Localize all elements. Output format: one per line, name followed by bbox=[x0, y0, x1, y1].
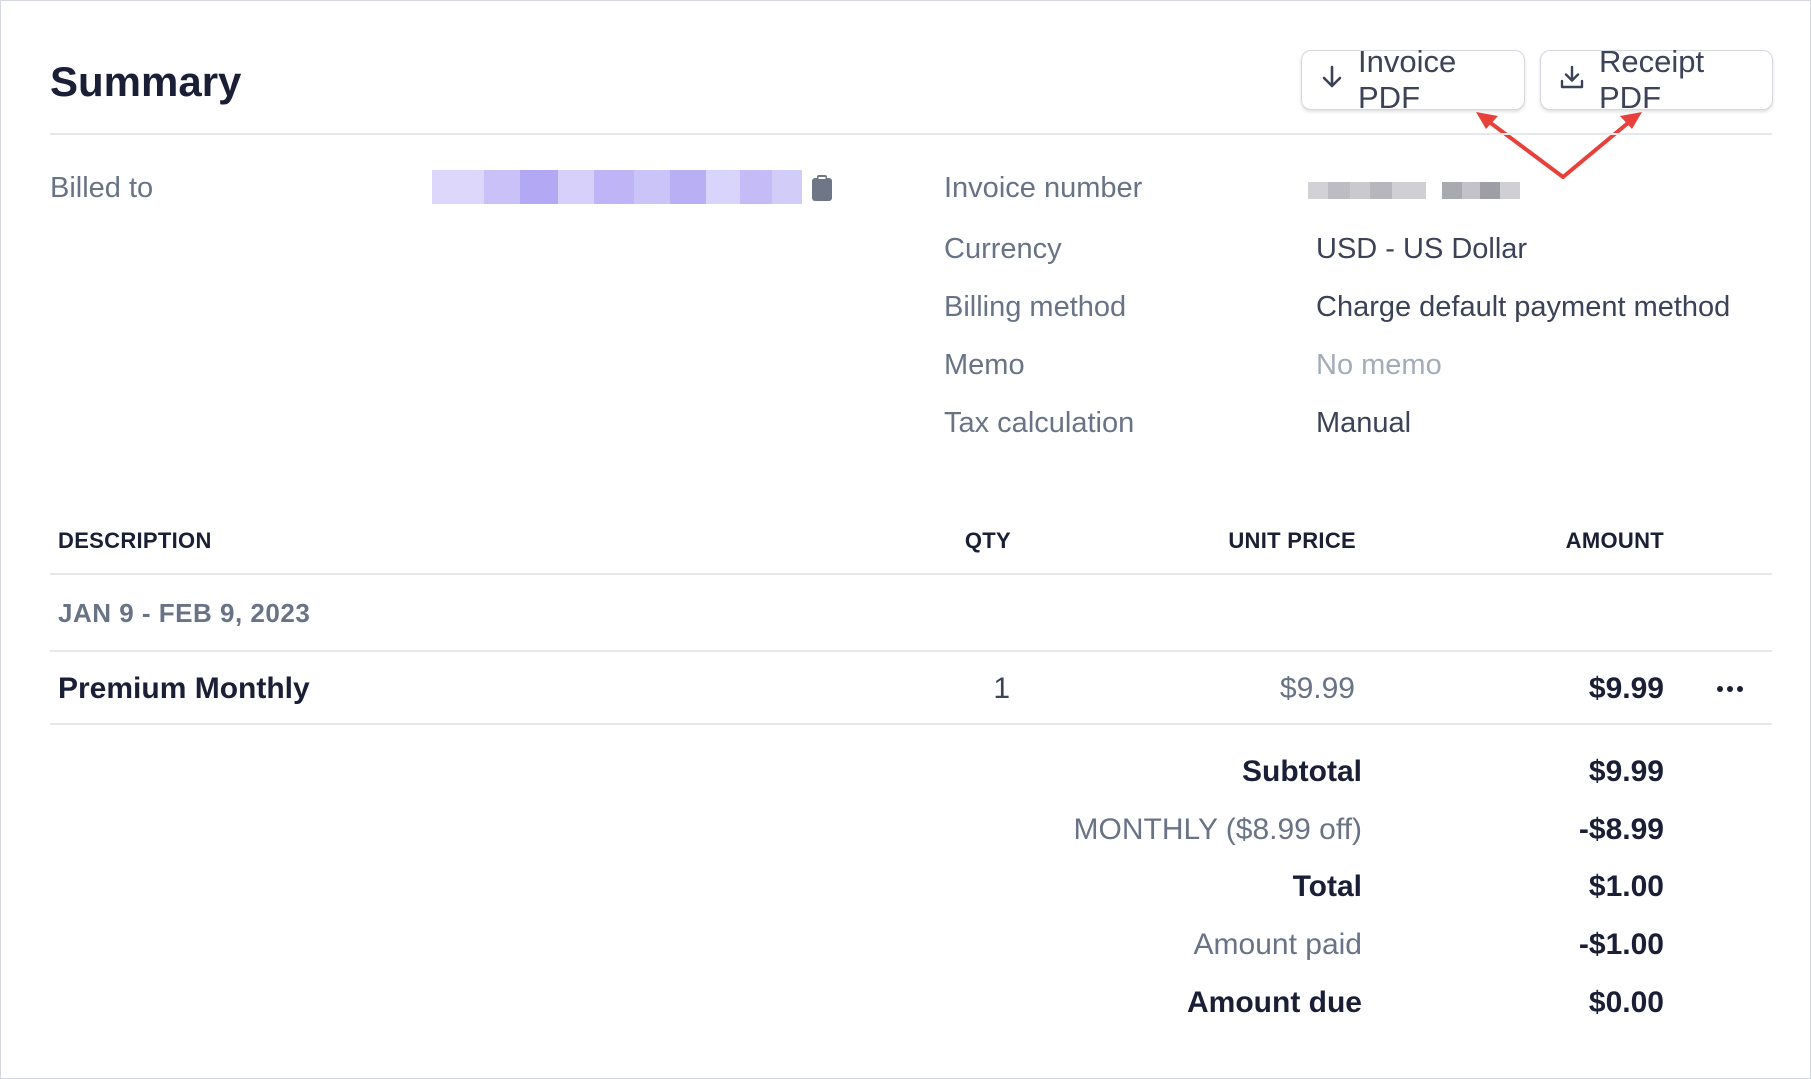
subtotal-label: Subtotal bbox=[1242, 755, 1362, 788]
invoice-pdf-button[interactable]: Invoice PDF bbox=[1301, 44, 1525, 115]
page-title: Summary bbox=[50, 58, 242, 105]
column-header-qty: QTY bbox=[964, 528, 1011, 553]
download-icon bbox=[1559, 62, 1599, 98]
column-header-amount: AMOUNT bbox=[1565, 528, 1664, 553]
more-horizontal-icon[interactable] bbox=[1716, 679, 1744, 704]
memo-value: No memo bbox=[1316, 349, 1442, 381]
receipt-pdf-button[interactable]: Receipt PDF bbox=[1540, 44, 1773, 115]
discount-label: MONTHLY ($8.99 off) bbox=[1073, 813, 1362, 846]
line-item-qty: 1 bbox=[993, 672, 1010, 705]
billing-method-label: Billing method bbox=[944, 291, 1127, 323]
column-header-unit-price: UNIT PRICE bbox=[1228, 528, 1356, 553]
discount-value: -$8.99 bbox=[1578, 813, 1664, 846]
amount-paid-value: -$1.00 bbox=[1578, 928, 1664, 961]
header-divider bbox=[50, 133, 1772, 135]
column-header-description: DESCRIPTION bbox=[58, 528, 212, 553]
total-value: $1.00 bbox=[1588, 870, 1664, 903]
tax-calculation-value: Manual bbox=[1316, 407, 1412, 439]
subtotal-value: $9.99 bbox=[1588, 755, 1664, 788]
currency-value: USD - US Dollar bbox=[1316, 233, 1528, 265]
invoice-number-redacted-value bbox=[1308, 182, 1520, 199]
amount-due-value: $0.00 bbox=[1588, 986, 1664, 1019]
period-divider bbox=[50, 650, 1772, 652]
line-item-description: Premium Monthly bbox=[58, 672, 310, 705]
line-item-amount: $9.99 bbox=[1588, 672, 1664, 705]
invoice-number-label: Invoice number bbox=[944, 172, 1143, 204]
currency-label: Currency bbox=[944, 233, 1062, 265]
total-label: Total bbox=[1292, 870, 1362, 903]
memo-label: Memo bbox=[944, 349, 1025, 381]
tax-calculation-label: Tax calculation bbox=[944, 407, 1135, 439]
arrow-down-icon bbox=[1320, 62, 1358, 98]
billing-period: JAN 9 - FEB 9, 2023 bbox=[58, 598, 311, 628]
line-item-unit-price: $9.99 bbox=[1279, 672, 1355, 705]
billed-to-label: Billed to bbox=[50, 172, 154, 204]
table-header-divider bbox=[50, 573, 1772, 575]
amount-paid-label: Amount paid bbox=[1193, 928, 1362, 961]
amount-due-label: Amount due bbox=[1187, 986, 1362, 1019]
clipboard-icon[interactable] bbox=[811, 174, 833, 207]
row-divider bbox=[50, 723, 1772, 725]
billed-to-redacted-value bbox=[432, 170, 802, 204]
billing-method-value: Charge default payment method bbox=[1316, 291, 1731, 323]
annotation-arrows bbox=[1476, 112, 1642, 179]
